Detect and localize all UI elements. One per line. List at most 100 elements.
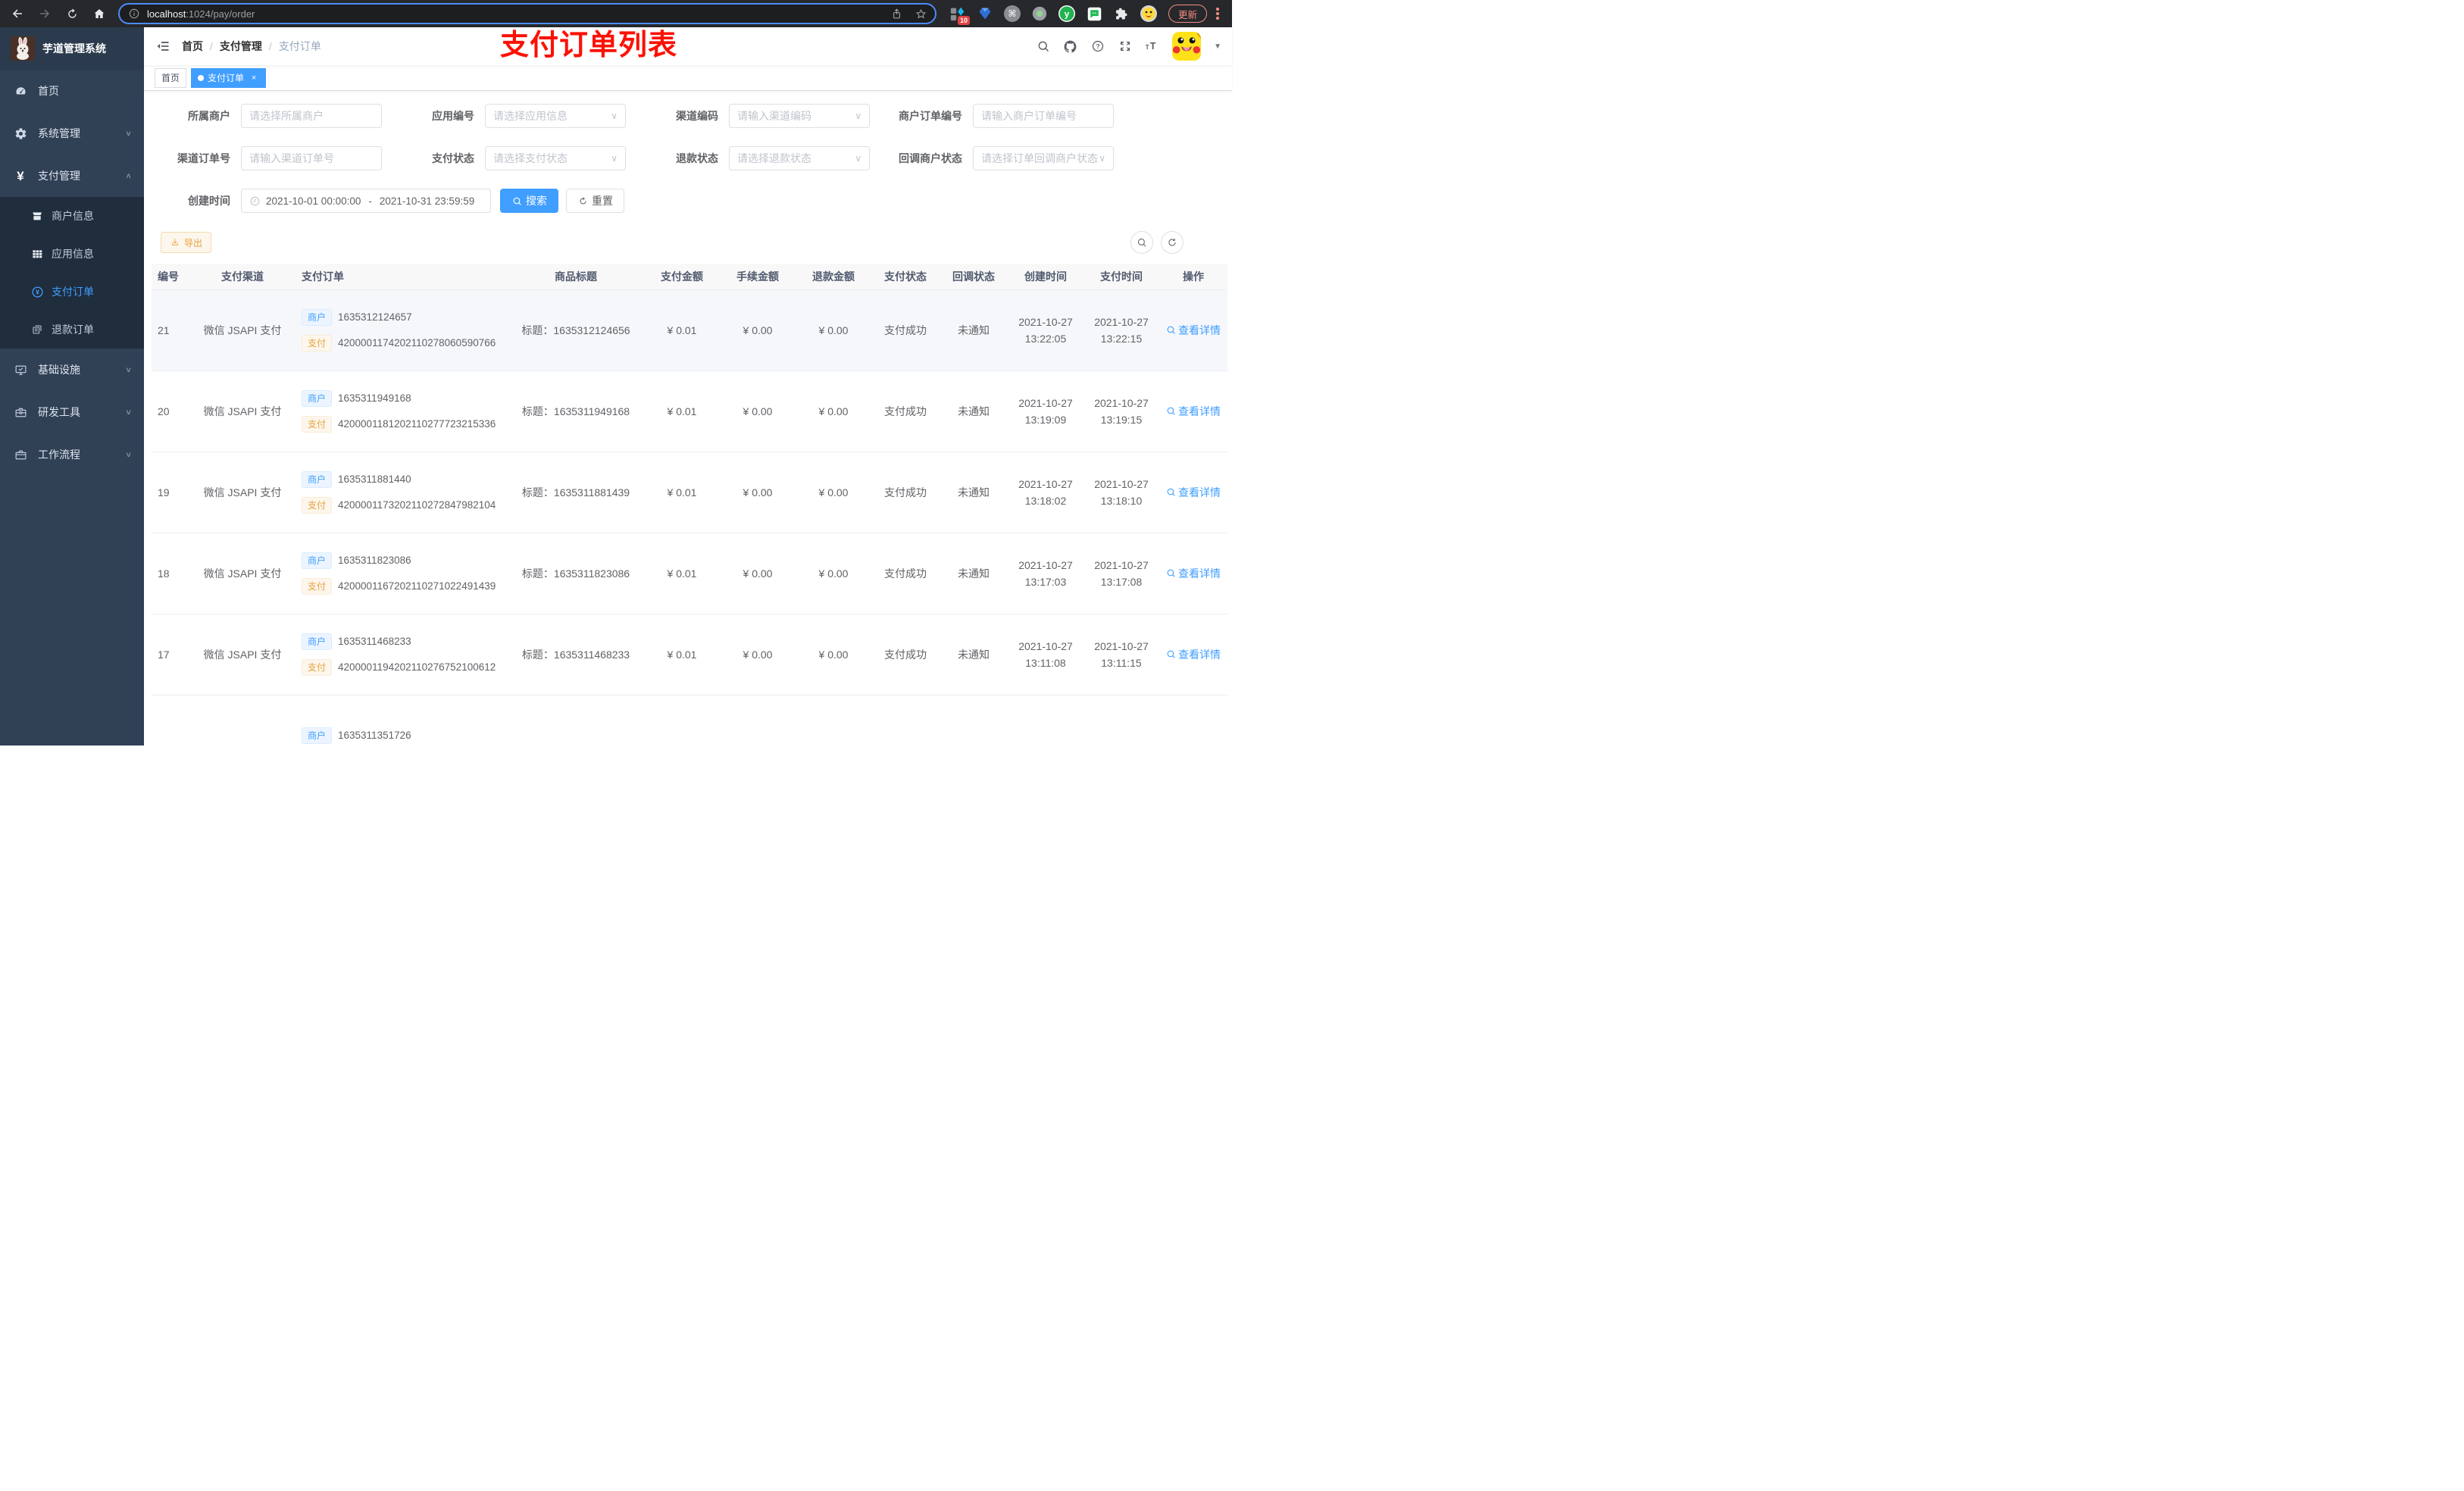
sidebar-item-dev-tools[interactable]: 研发工具 ∨ <box>0 391 144 433</box>
channel-order-no: 4200001167202110271022491439 <box>338 580 496 592</box>
input-field[interactable]: 请选择所属商户 ∨ <box>241 104 382 128</box>
top-navbar: 首页 / 支付管理 / 支付订单 支付订单列表 ? TT ▼ <box>144 27 1232 65</box>
fee-amount: ¥ 0.00 <box>743 324 773 336</box>
url-bar[interactable]: localhost:1024/pay/order <box>118 3 937 24</box>
sidebar-item-payment[interactable]: ¥ 支付管理 ∧ <box>0 155 144 197</box>
select-field[interactable]: 请输入渠道编码 ∨ <box>729 104 870 128</box>
select-field[interactable]: 请选择支付状态 ∨ <box>485 146 626 170</box>
merchant-tag: 商户 <box>302 308 333 326</box>
sidebar-item-home[interactable]: 首页 <box>0 70 144 112</box>
view-detail-link[interactable]: 查看详情 <box>1166 566 1221 581</box>
refund-amount: ¥ 0.00 <box>818 324 849 336</box>
merchant-tag: 商户 <box>302 552 333 569</box>
table-row[interactable]: 17 微信 JSAPI 支付 商户 1635311468233 支付 42000… <box>152 614 1227 695</box>
channel-order-no: 4200001194202110276752100612 <box>338 661 496 673</box>
input-field[interactable]: 请输入商户订单编号 ∨ <box>973 104 1114 128</box>
export-button[interactable]: 导出 <box>161 232 212 253</box>
url-text: localhost:1024/pay/order <box>147 8 255 20</box>
table-row[interactable]: 20 微信 JSAPI 支付 商户 1635311949168 支付 42000… <box>152 370 1227 452</box>
view-detail-link[interactable]: 查看详情 <box>1166 485 1221 500</box>
site-info-icon[interactable] <box>127 7 141 20</box>
chevron-down-icon: ∨ <box>855 153 861 164</box>
date-start: 2021-10-01 00:00:00 <box>266 195 361 207</box>
sidebar-item-workflow[interactable]: 工作流程 ∨ <box>0 433 144 476</box>
select-field[interactable]: 请选择退款状态 ∨ <box>729 146 870 170</box>
select-field[interactable]: 请选择订单回调商户状态 ∨ <box>973 146 1114 170</box>
store-icon <box>30 209 44 223</box>
browser-forward-icon[interactable] <box>36 5 53 22</box>
pay-status: 支付成功 <box>884 405 927 417</box>
caret-down-icon[interactable]: ▼ <box>1214 42 1221 51</box>
font-size-icon[interactable]: TT <box>1145 39 1159 54</box>
select-field[interactable]: 请选择应用信息 ∨ <box>485 104 626 128</box>
breadcrumb: 首页 / 支付管理 / 支付订单 <box>182 39 321 54</box>
github-icon[interactable] <box>1063 39 1077 54</box>
gem-extension-icon[interactable] <box>976 5 994 23</box>
emoji-extension-icon[interactable] <box>1140 5 1158 23</box>
browser-menu-icon[interactable] <box>1213 5 1222 23</box>
merchant-order-no: 1635311881440 <box>338 473 411 485</box>
record-extension-icon[interactable] <box>1030 5 1049 23</box>
extensions-area: 10 ⌘ y <box>949 5 1158 25</box>
page-content: 所属商户 请选择所属商户 ∨ 应用编号 请选择应用信息 ∨ 渠道编码 请输入渠道… <box>144 91 1232 746</box>
table-row[interactable]: 18 微信 JSAPI 支付 商户 1635311823086 支付 42000… <box>152 533 1227 614</box>
magnifier-icon <box>1167 326 1175 334</box>
help-icon[interactable]: ? <box>1090 39 1105 54</box>
sidebar-item-pay-order[interactable]: ¥ 支付订单 <box>0 273 144 311</box>
sidebar-item-merchant-info[interactable]: 商户信息 <box>0 197 144 235</box>
view-detail-link[interactable]: 查看详情 <box>1166 404 1221 419</box>
user-avatar[interactable] <box>1172 32 1202 61</box>
yen-icon: ¥ <box>17 168 24 183</box>
sidebar-item-app-info[interactable]: 应用信息 <box>0 235 144 273</box>
breadcrumb-item: 支付订单 <box>278 40 321 52</box>
svg-text:¥: ¥ <box>36 288 39 295</box>
tab[interactable]: 支付订单 × <box>191 67 267 88</box>
filter-field: 支付状态 请选择支付状态 ∨ <box>402 146 646 170</box>
sidebar-item-refund-order[interactable]: 退款订单 <box>0 311 144 349</box>
sidebar-fold-icon[interactable] <box>155 38 171 55</box>
column-header: 支付金额 <box>644 264 720 290</box>
toggle-search-button[interactable] <box>1130 231 1153 254</box>
pay-amount: ¥ 0.01 <box>667 567 697 580</box>
table-row[interactable]: 21 微信 JSAPI 支付 商户 1635312124657 支付 42000… <box>152 289 1227 371</box>
browser-update-button[interactable]: 更新 <box>1168 5 1208 23</box>
pay-tag: 支付 <box>302 496 333 514</box>
table-row[interactable]: 19 微信 JSAPI 支付 商户 1635311881440 支付 42000… <box>152 452 1227 533</box>
column-header: 编号 <box>152 264 189 290</box>
channel-order-no: 4200001173202110272847982104 <box>338 499 496 511</box>
search-icon[interactable] <box>1036 39 1050 54</box>
sidebar-item-system[interactable]: 系统管理 ∨ <box>0 112 144 155</box>
fullscreen-icon[interactable] <box>1118 39 1132 54</box>
channel-order-no: 4200001181202110277723215336 <box>338 417 496 430</box>
goods-title: 标题：1635311949168 <box>521 405 630 417</box>
pay-tag: 支付 <box>302 658 333 676</box>
browser-back-icon[interactable] <box>9 5 26 22</box>
table-row[interactable]: 商户 1635311351726 <box>152 695 1227 746</box>
breadcrumb-item[interactable]: 支付管理 <box>220 39 262 54</box>
bookmark-star-icon[interactable] <box>914 7 927 20</box>
share-icon[interactable] <box>890 7 903 20</box>
app-logo[interactable]: 芋道管理系统 <box>0 27 144 70</box>
input-field[interactable]: 请输入渠道订单号 ∨ <box>241 146 382 170</box>
pay-channel: 微信 JSAPI 支付 <box>203 405 282 417</box>
tags-view-bar: 首页 × 支付订单 × <box>144 65 1232 91</box>
chat-extension-icon[interactable] <box>1085 5 1103 23</box>
tab[interactable]: 首页 × <box>155 67 187 88</box>
pay-status: 支付成功 <box>884 324 927 336</box>
view-detail-link[interactable]: 查看详情 <box>1166 647 1221 662</box>
sidebar-item-infrastructure[interactable]: 基础设施 ∨ <box>0 349 144 391</box>
reset-button[interactable]: 重置 <box>566 189 624 213</box>
letter-y-extension-icon[interactable]: y <box>1058 5 1076 23</box>
chevron-down-icon: ∨ <box>855 111 861 121</box>
search-button[interactable]: 搜索 <box>500 189 558 213</box>
refresh-table-button[interactable] <box>1161 231 1184 254</box>
close-icon[interactable]: × <box>249 73 259 83</box>
browser-home-icon[interactable] <box>91 5 108 22</box>
puzzle-extensions-icon[interactable] <box>1112 5 1130 23</box>
command-extension-icon[interactable]: ⌘ <box>1003 5 1021 23</box>
squares-diamond-extension-icon[interactable]: 10 <box>949 5 970 25</box>
create-time-range-picker[interactable]: 2021-10-01 00:00:00 - 2021-10-31 23:59:5… <box>241 189 491 213</box>
breadcrumb-item[interactable]: 首页 <box>182 39 203 54</box>
browser-reload-icon[interactable] <box>64 5 80 22</box>
view-detail-link[interactable]: 查看详情 <box>1166 323 1221 338</box>
